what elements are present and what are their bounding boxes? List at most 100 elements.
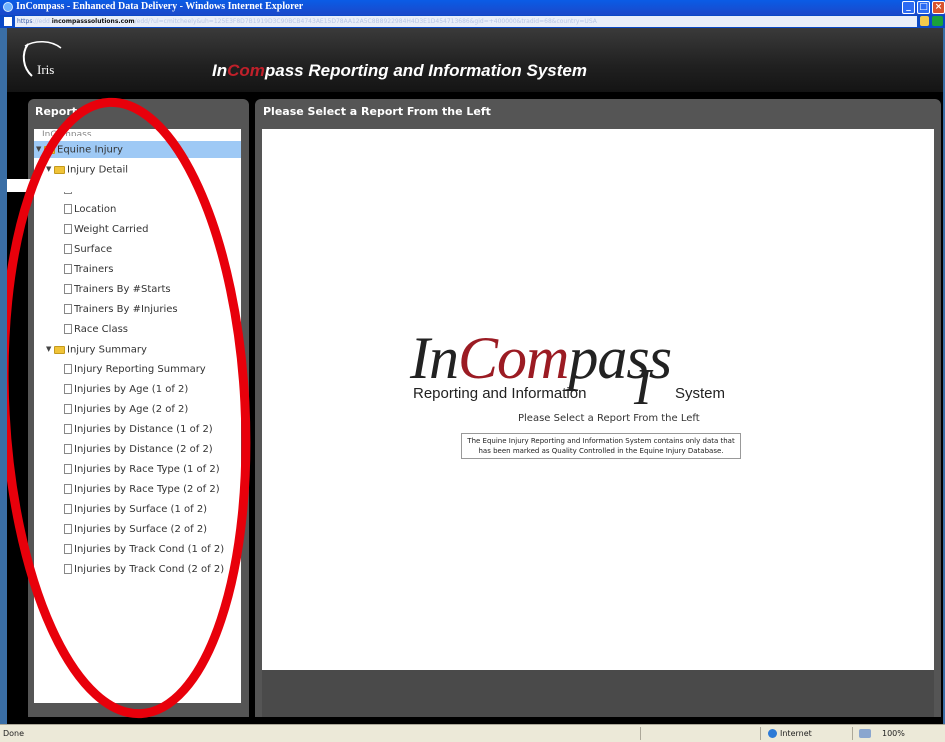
report-icon [64, 364, 72, 374]
tree-report-item[interactable]: Injuries by Age (1 of 2) [64, 381, 188, 398]
tree-item-label: Injuries by Distance (1 of 2) [74, 424, 213, 435]
tree-item-root[interactable]: InCompass [42, 130, 92, 136]
tree-item-label: Injuries by Surface (1 of 2) [74, 504, 208, 515]
reports-panel-title: Reports [35, 105, 84, 118]
tree-report-item[interactable]: Injuries by Race Type (1 of 2) [64, 461, 220, 478]
url-scheme: https [17, 18, 33, 25]
expand-arrow-icon[interactable]: ▼ [46, 341, 54, 358]
tree-item-label: Trainers [74, 264, 114, 275]
report-icon [64, 324, 72, 334]
tree-report-item[interactable]: Trainers By #Injuries [64, 301, 178, 318]
tree-report-item[interactable]: Trainers [64, 261, 113, 278]
status-text: Done [3, 729, 25, 738]
tree-folder[interactable]: ▼ Equine Injury [34, 141, 241, 158]
address-bar: https://edd.incompasssolutions.com/edd/?… [0, 15, 945, 28]
tree-report-item[interactable]: Trainers By #Starts [64, 281, 171, 298]
folder-icon [54, 165, 65, 174]
status-divider [760, 727, 761, 740]
app-container: Iris InCompass Reporting and Information… [7, 28, 943, 724]
report-icon [64, 244, 72, 254]
main-panel-title: Please Select a Report From the Left [263, 105, 491, 118]
tree-folder[interactable]: ▼ Injury Summary [46, 341, 147, 358]
tree-item-label: Injury Summary [67, 344, 147, 356]
main-panel: Please Select a Report From the Left InC… [255, 99, 941, 717]
report-icon [64, 204, 72, 214]
refresh-icon[interactable] [932, 16, 943, 26]
app-title-in: In [212, 61, 228, 80]
tree-folder[interactable]: ▼ Injury Detail [46, 161, 128, 178]
maximize-button[interactable]: □ [917, 1, 930, 14]
window-title: InCompass - Enhanced Data Delivery - Win… [16, 1, 304, 12]
report-icon [64, 284, 72, 294]
tree-item-label: Injury Detail [67, 164, 129, 176]
url-prefix: ://edd. [32, 18, 52, 25]
brand-com: Com [457, 325, 569, 391]
report-icon [64, 264, 72, 274]
tree-report-item[interactable]: Injuries by Track Cond (1 of 2) [64, 541, 224, 558]
expand-arrow-icon[interactable]: ▼ [46, 161, 54, 178]
eiris-logo-icon: Iris [22, 41, 62, 77]
report-icon [64, 464, 72, 474]
tree-report-item[interactable]: Injuries by Surface (1 of 2) [64, 501, 207, 518]
tree-item-label: Injuries by Track Cond (1 of 2) [74, 544, 225, 555]
security-zone: Internet [780, 729, 812, 738]
status-bar: Done Internet 100% [0, 724, 945, 742]
tree-report-item[interactable]: Surface [64, 241, 112, 258]
report-icon [64, 564, 72, 574]
expand-arrow-icon[interactable]: ▼ [36, 141, 44, 158]
close-button[interactable]: × [932, 1, 945, 14]
main-panel-footer [262, 670, 934, 717]
main-content: InCompass Reporting and Information I Sy… [262, 129, 934, 670]
tree-item-label: Weight Carried [74, 224, 149, 235]
zoom-level[interactable]: 100% [882, 729, 905, 738]
tree-report-item[interactable]: Injuries by Surface (2 of 2) [64, 521, 207, 538]
url-field[interactable]: https://edd.incompasssolutions.com/edd/?… [15, 16, 917, 27]
report-icon [64, 304, 72, 314]
app-title-rest: pass Reporting and Information System [264, 61, 587, 80]
brand-subtitle-system: System [675, 385, 726, 402]
tree-report-item[interactable]: Injury Reporting Summary [64, 361, 206, 378]
notice-line-1: The Equine Injury Reporting and Informat… [467, 437, 735, 445]
report-icon [64, 404, 72, 414]
report-icon [64, 384, 72, 394]
brand-pass: pass [568, 325, 672, 391]
tree-item-label: Injuries by Surface (2 of 2) [74, 524, 208, 535]
incompass-brand-logo: InCompass [410, 324, 672, 393]
select-report-message: Please Select a Report From the Left [518, 413, 700, 424]
tree-item-label: Injuries by Age (2 of 2) [74, 404, 189, 415]
browser-title-bar: InCompass - Enhanced Data Delivery - Win… [0, 0, 945, 15]
tree-item-label: Injuries by Distance (2 of 2) [74, 444, 213, 455]
app-title: InCompass Reporting and Information Syst… [212, 61, 587, 81]
folder-icon [54, 345, 65, 354]
tree-report-item[interactable]: Injuries by Track Cond (2 of 2) [64, 561, 224, 578]
status-divider [852, 727, 853, 740]
minimize-button[interactable]: _ [902, 1, 915, 14]
protected-mode-icon[interactable] [859, 729, 871, 738]
notice-line-2: has been marked as Quality Controlled in… [478, 447, 724, 455]
svg-text:Iris: Iris [37, 62, 54, 77]
url-domain: incompasssolutions.com [51, 18, 135, 25]
tree-report-item[interactable]: Injuries by Race Type (2 of 2) [64, 481, 220, 498]
reports-tree: InCompass ▼Equine Injury▼Injury DetailRa… [34, 129, 241, 703]
tree-report-item[interactable]: Injuries by Distance (1 of 2) [64, 421, 213, 438]
tree-report-item[interactable]: Race Class [64, 321, 128, 338]
report-icon [64, 224, 72, 234]
status-divider [640, 727, 641, 740]
page-icon [4, 17, 12, 26]
tree-item-label: Trainers By #Starts [74, 284, 171, 295]
tree-item-label: Race Class [74, 324, 128, 335]
brand-in: In [410, 325, 459, 391]
report-icon [64, 484, 72, 494]
tree-report-item[interactable]: Injuries by Age (2 of 2) [64, 401, 188, 418]
internet-zone-icon [768, 729, 777, 738]
tree-report-item[interactable]: Injuries by Distance (2 of 2) [64, 441, 213, 458]
app-bottom-strip [7, 717, 943, 724]
lock-icon[interactable] [920, 16, 929, 26]
internet-explorer-icon [3, 2, 13, 12]
tree-report-item[interactable]: Location [64, 201, 116, 218]
tree-item-label: Injuries by Age (1 of 2) [74, 384, 189, 395]
tree-item-label: Injury Reporting Summary [74, 364, 206, 375]
report-icon [64, 424, 72, 434]
tree-item-label: Equine Injury [57, 144, 123, 156]
tree-report-item[interactable]: Weight Carried [64, 221, 148, 238]
